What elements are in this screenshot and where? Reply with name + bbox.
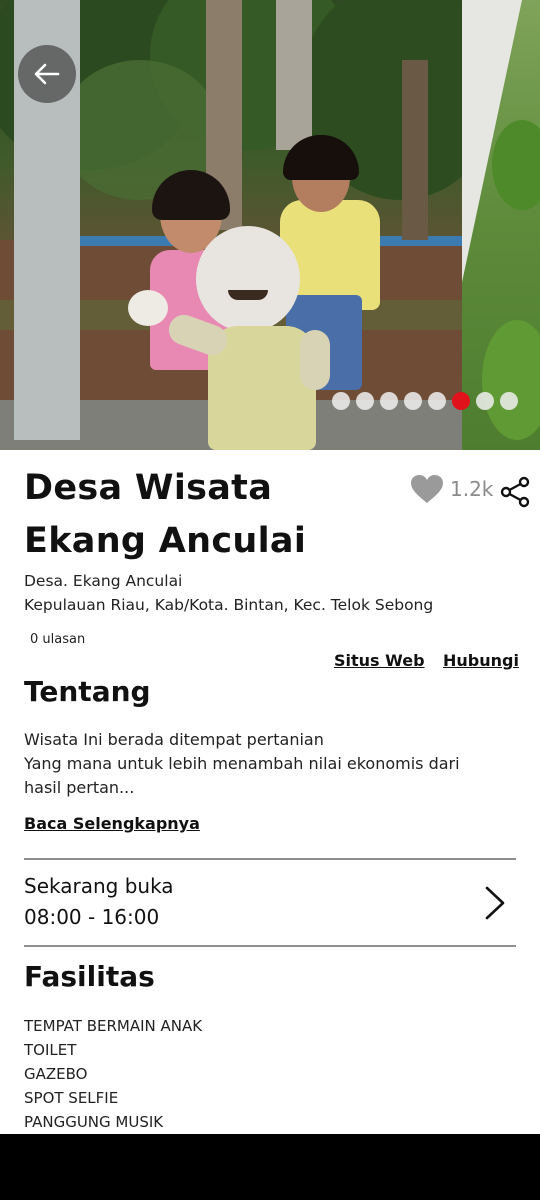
facility-item: PANGGUNG MUSIK (24, 1113, 164, 1131)
facilities-heading: Fasilitas (24, 960, 155, 993)
photo-carousel[interactable] (0, 0, 540, 450)
facility-item: GAZEBO (24, 1065, 88, 1083)
detail-screen: Desa Wisata Ekang Anculai 1.2k Desa. Eka… (0, 0, 540, 1134)
system-navigation-bar (0, 1134, 540, 1200)
carousel-dot[interactable] (332, 392, 350, 410)
facilities-list: TEMPAT BERMAIN ANAK TOILET GAZEBO SPOT S… (24, 1014, 202, 1134)
read-more-link[interactable]: Baca Selengkapnya (24, 814, 200, 833)
facility-item: TOILET (24, 1041, 77, 1059)
open-hours: 08:00 - 16:00 (24, 905, 160, 929)
divider (24, 945, 516, 947)
opening-hours-row[interactable]: Sekarang buka 08:00 - 16:00 (24, 860, 516, 945)
address-line-1: Desa. Ekang Anculai (24, 572, 183, 590)
about-text-line: Yang mana untuk lebih menambah nilai eko… (24, 754, 460, 773)
about-heading: Tentang (24, 675, 151, 708)
favorite-button[interactable]: 1.2k (410, 474, 493, 504)
carousel-indicator (332, 392, 518, 410)
carousel-dot[interactable] (404, 392, 422, 410)
review-count[interactable]: 0 ulasan (30, 632, 85, 647)
about-text-line: Wisata Ini berada ditempat pertanian (24, 730, 324, 749)
facility-item: TEMPAT BERMAIN ANAK (24, 1017, 203, 1035)
share-icon[interactable] (499, 476, 531, 508)
heart-icon (411, 475, 443, 503)
next-photo-peek (462, 0, 540, 450)
carousel-dot[interactable] (380, 392, 398, 410)
carousel-dot[interactable] (500, 392, 518, 410)
open-status: Sekarang buka (24, 874, 174, 898)
website-link[interactable]: Situs Web (334, 651, 425, 670)
facility-item: SPOT SELFIE (24, 1089, 119, 1107)
carousel-dot[interactable] (452, 392, 470, 410)
back-button[interactable] (18, 45, 76, 103)
place-title: Desa Wisata Ekang Anculai (24, 468, 307, 561)
carousel-dot[interactable] (428, 392, 446, 410)
chevron-right-icon (485, 886, 505, 920)
about-text-line: hasil pertan... (24, 778, 135, 797)
address-line-2: Kepulauan Riau, Kab/Kota. Bintan, Kec. T… (24, 596, 434, 614)
carousel-dot[interactable] (476, 392, 494, 410)
favorite-count: 1.2k (450, 477, 494, 501)
carousel-dot[interactable] (356, 392, 374, 410)
contact-link[interactable]: Hubungi (443, 651, 519, 670)
arrow-left-icon (34, 63, 60, 85)
